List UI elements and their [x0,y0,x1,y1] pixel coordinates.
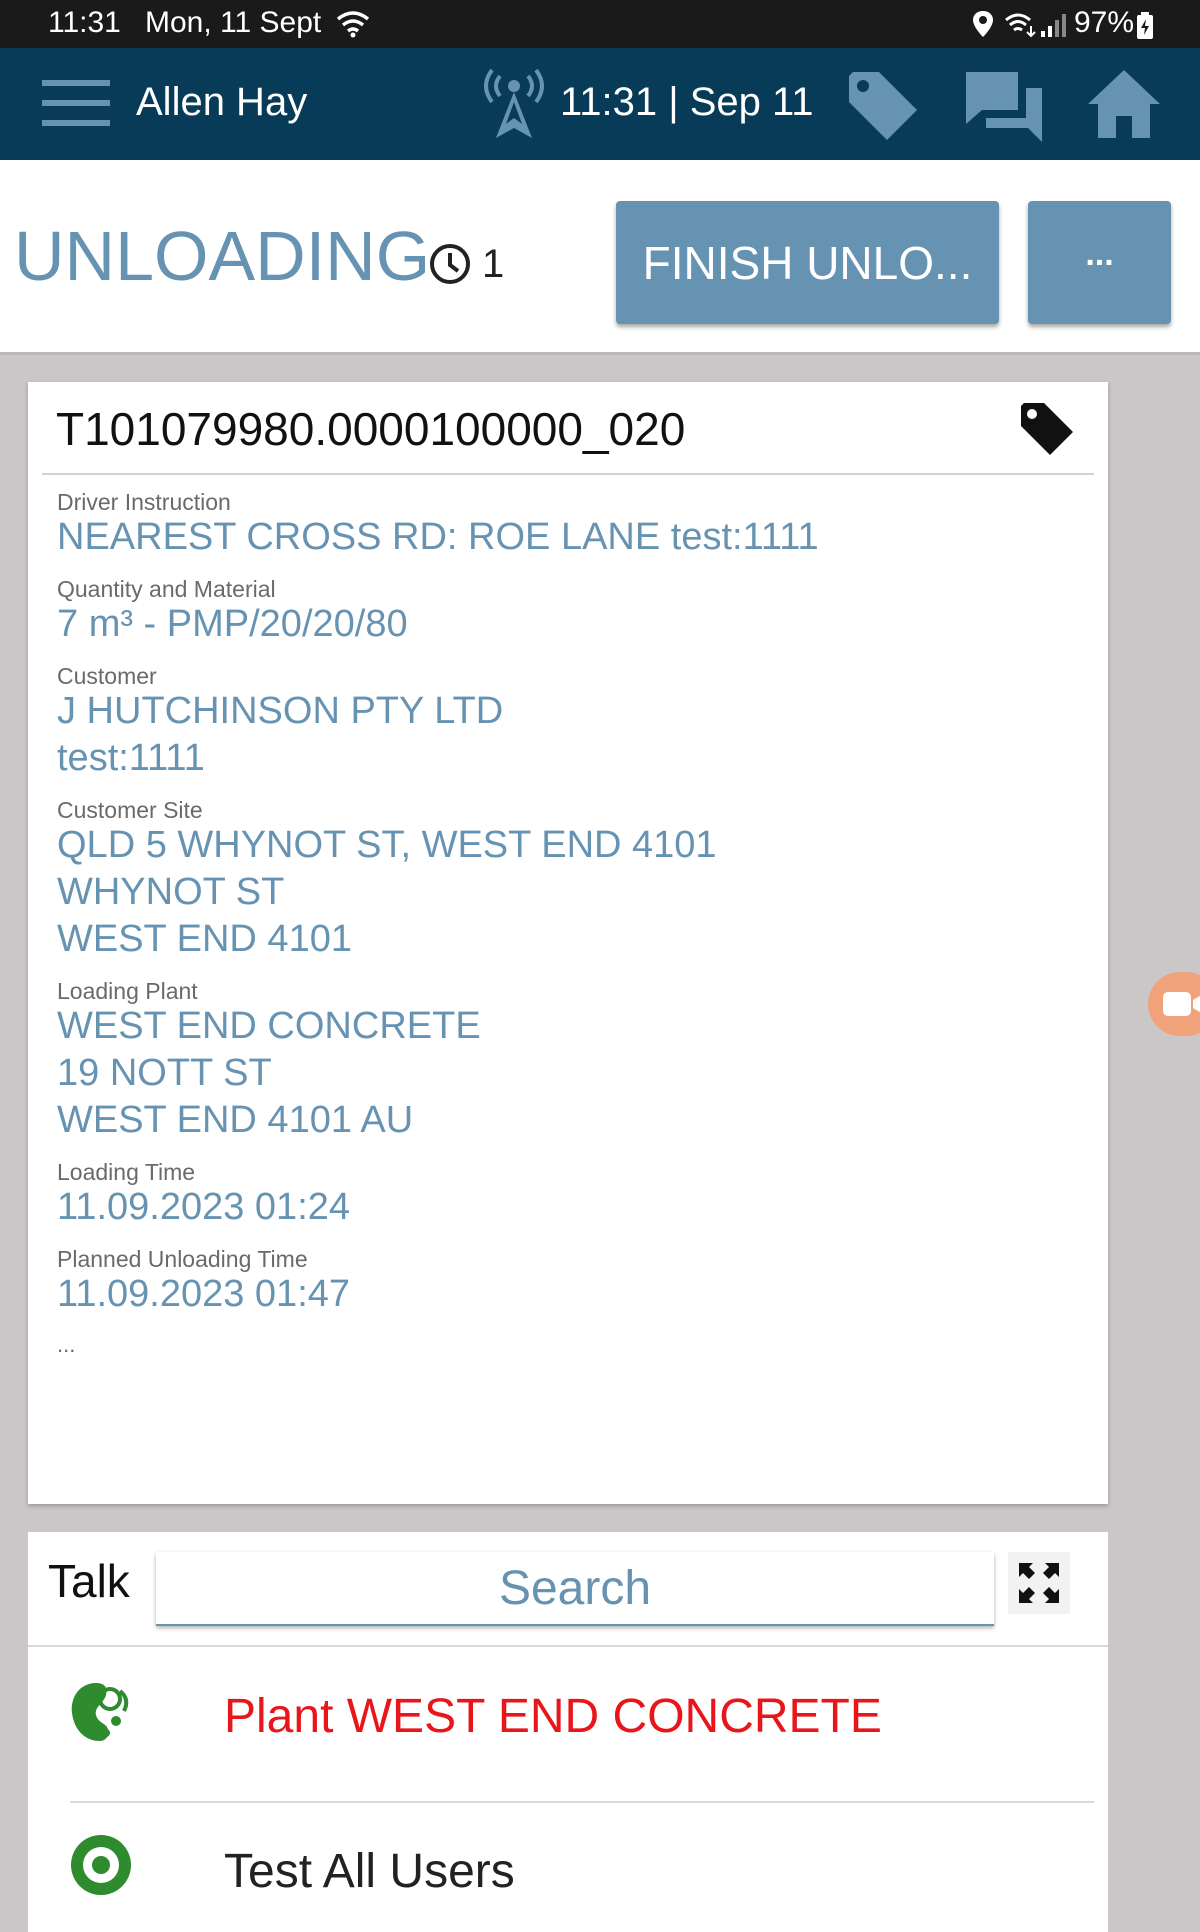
planned-unloading-time-value: 11.09.2023 01:47 [57,1273,351,1315]
customer-extra: test:1111 [57,737,205,779]
loading-plant-line-2: 19 NOTT ST [57,1052,272,1094]
more-options-label: ... [1085,235,1114,273]
page-title: UNLOADING [14,217,431,295]
ticket-card[interactable]: T101079980.0000100000_020 Driver Instruc… [28,382,1108,1504]
contact-divider [70,1801,1094,1803]
group-target-icon [71,1835,131,1895]
chat-icon[interactable] [964,68,1044,144]
finish-unloading-button[interactable]: FINISH UNLO... [616,201,999,324]
menu-icon[interactable] [42,78,110,128]
loading-time-label: Loading Time [57,1159,196,1185]
customer-label: Customer [57,663,157,689]
planned-unloading-time-label: Planned Unloading Time [57,1246,308,1272]
expand-icon [1019,1563,1059,1603]
status-bar: 11:31 Mon, 11 Sept 97% [0,0,1200,48]
talk-contact-name: Plant WEST END CONCRETE [224,1690,882,1743]
ticket-tag-icon[interactable] [1018,400,1076,458]
status-date: Mon, 11 Sept [145,6,322,39]
finish-unloading-label: FINISH UNLO... [642,236,973,289]
customer-site-label: Customer Site [57,797,203,823]
signal-icon [1041,14,1066,37]
more-options-button[interactable]: ... [1028,201,1171,324]
app-bar-clock: 11:31 | Sep 11 [560,80,814,124]
driver-instruction-value: NEAREST CROSS RD: ROE LANE test:1111 [57,516,819,558]
home-icon[interactable] [1086,68,1162,140]
page-header: UNLOADING 1 FINISH UNLO... ... [0,160,1200,355]
expand-button[interactable] [1008,1552,1070,1614]
loading-plant-line-1: WEST END CONCRETE [57,1005,481,1047]
loading-plant-label: Loading Plant [57,978,198,1004]
battery-charging-icon [1137,12,1153,39]
video-camera-icon [1163,992,1200,1016]
talk-panel: Talk Search Plant WEST END CONCRETE Test… [28,1532,1108,1932]
tag-icon[interactable] [845,68,921,144]
status-time: 11:31 [48,6,121,39]
battery-percent: 97% [1074,6,1135,39]
floating-video-button[interactable] [1148,972,1200,1036]
talk-contact-name: Test All Users [224,1845,515,1898]
user-name: Allen Hay [136,80,308,124]
talk-contact-plant[interactable]: Plant WEST END CONCRETE [28,1647,1108,1777]
clock-icon [430,244,470,284]
search-placeholder: Search [498,1561,652,1615]
customer-site-line-1: QLD 5 WHYNOT ST, WEST END 4101 [57,824,717,866]
app-bar: Allen Hay 11:31 | Sep 11 [0,48,1200,160]
quantity-material-value: 7 m³ - PMP/20/20/80 [57,603,408,645]
talk-contact-all-users[interactable]: Test All Users [28,1804,1108,1932]
timer-count: 1 [482,242,505,286]
talk-title: Talk [48,1555,130,1607]
driver-instruction-label: Driver Instruction [57,489,231,515]
card-divider [42,473,1094,475]
talk-search-input[interactable]: Search [156,1552,994,1626]
wifi-icon [336,11,370,38]
quantity-material-label: Quantity and Material [57,576,276,602]
ticket-id: T101079980.0000100000_020 [56,403,686,455]
customer-site-line-2: WHYNOT ST [57,871,285,913]
customer-name: J HUTCHINSON PTY LTD [57,690,504,732]
customer-site-line-3: WEST END 4101 [57,918,352,960]
wifi-call-icon [1005,13,1036,38]
more-fields-ellipsis[interactable]: ... [57,1332,75,1358]
loading-time-value: 11.09.2023 01:24 [57,1186,351,1228]
location-icon [973,11,993,37]
radio-tower-icon[interactable] [478,62,550,142]
plant-headset-icon [71,1683,129,1741]
loading-plant-line-3: WEST END 4101 AU [57,1099,414,1141]
